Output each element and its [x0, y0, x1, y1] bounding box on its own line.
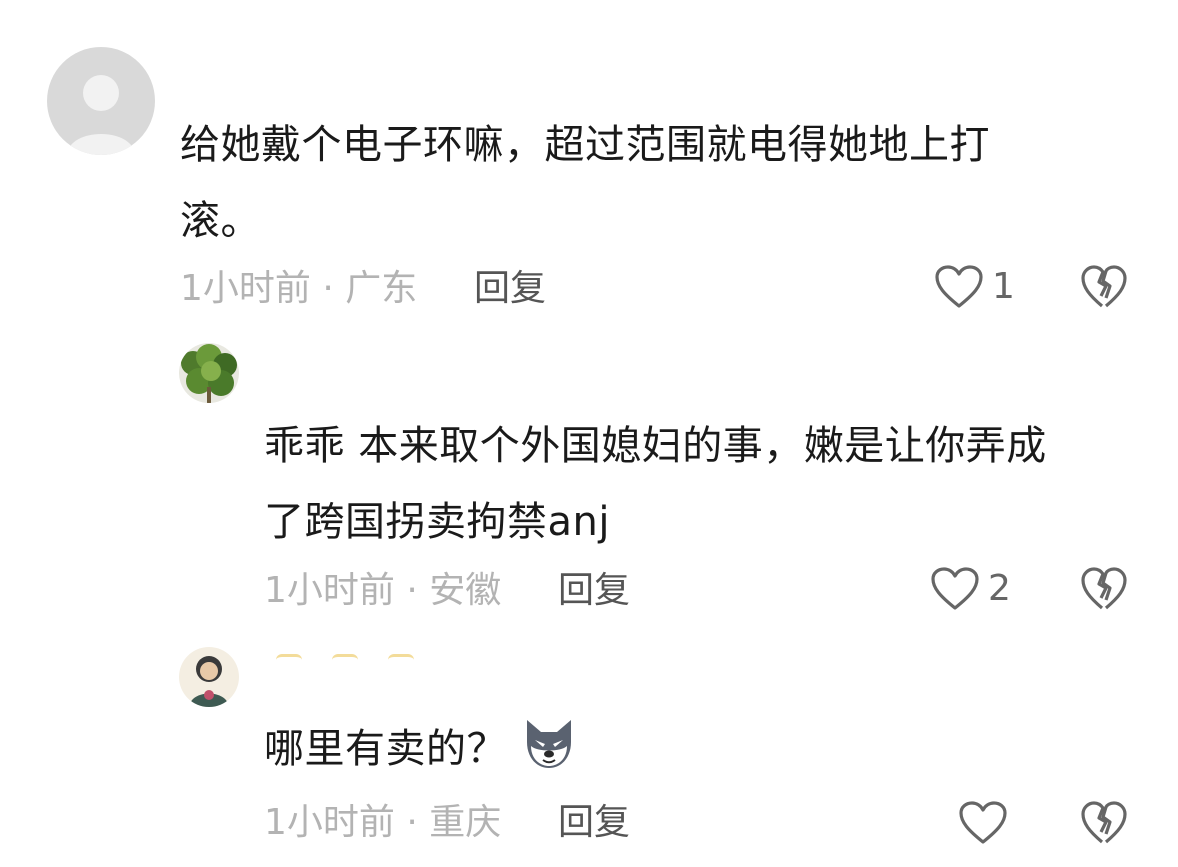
- like-button[interactable]: 2: [930, 566, 1011, 612]
- dislike-button[interactable]: [1080, 264, 1128, 310]
- broken-heart-icon: [1081, 567, 1127, 610]
- comment-meta: 1小时前 · 安徽: [264, 570, 502, 611]
- comment-text: 乖乖 本来取个外国媳妇的事，嫩是让你弄成 了跨国拐卖拘禁anj: [264, 423, 1047, 545]
- comment-text-content: 哪里有卖的？: [264, 726, 507, 772]
- avatar[interactable]: [47, 47, 155, 155]
- comment-text: 给她戴个电子环嘛，超过范围就电得她地上打 滚。: [180, 122, 990, 244]
- dislike-button[interactable]: [1080, 800, 1128, 846]
- username-placeholder: [276, 654, 414, 663]
- wolf-emoji-icon: [527, 720, 571, 768]
- reply-button[interactable]: 回复: [558, 801, 630, 845]
- reply-button[interactable]: 回复: [558, 569, 630, 613]
- avatar[interactable]: [179, 343, 239, 403]
- person-avatar-icon: [179, 647, 239, 707]
- plant-avatar-icon: [179, 343, 239, 403]
- like-count: 1: [992, 266, 1015, 307]
- like-button[interactable]: 1: [934, 264, 1015, 310]
- heart-icon: [959, 801, 1007, 844]
- comment-meta: 1小时前 · 重庆: [264, 802, 502, 843]
- avatar[interactable]: [179, 647, 239, 707]
- comment-text: 哪里有卖的？: [264, 711, 1144, 787]
- reply-button[interactable]: 回复: [474, 267, 546, 311]
- like-count: 2: [988, 568, 1011, 609]
- heart-icon: [931, 567, 979, 610]
- broken-heart-icon: [1081, 801, 1127, 844]
- dislike-button[interactable]: [1080, 566, 1128, 612]
- default-avatar-icon: [47, 47, 155, 155]
- broken-heart-icon: [1081, 265, 1127, 308]
- like-button[interactable]: [958, 800, 1008, 846]
- heart-icon: [935, 265, 983, 308]
- comment-meta: 1小时前 · 广东: [180, 268, 418, 309]
